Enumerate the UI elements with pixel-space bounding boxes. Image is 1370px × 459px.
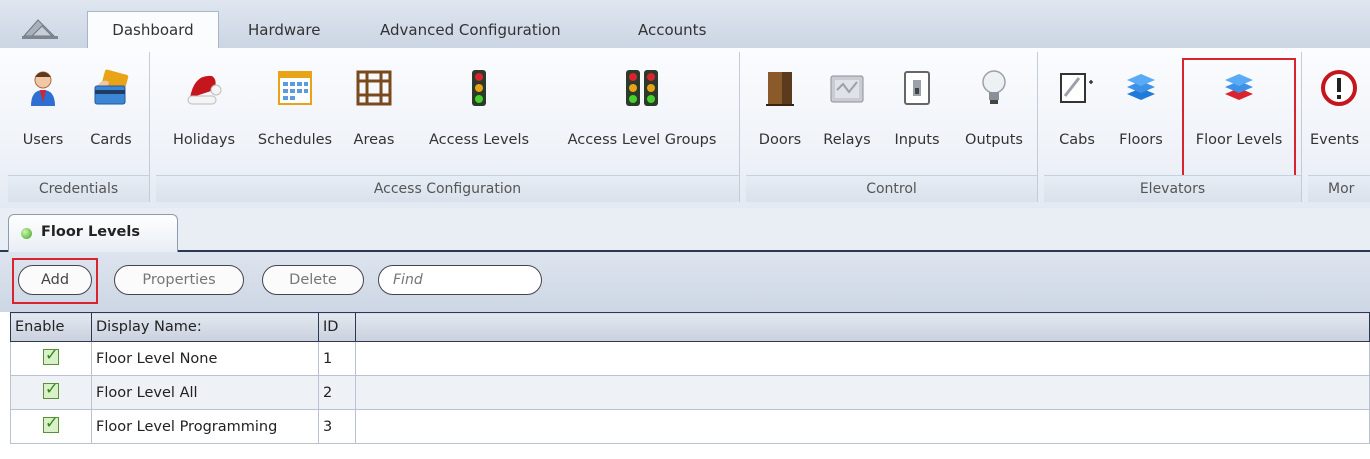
outputs-label: Outputs (965, 132, 1023, 148)
ribbon: Users Cards Credentials Holidays Schedul… (0, 48, 1370, 209)
relays-button[interactable]: Relays (816, 60, 878, 162)
filler-cell (355, 409, 1370, 444)
floors-layers-icon (1127, 74, 1155, 100)
floors-button[interactable]: Floors (1110, 60, 1172, 162)
areas-label: Areas (353, 132, 395, 148)
group-label-credentials: Credentials (8, 175, 149, 202)
tab-accounts[interactable]: Accounts (620, 12, 724, 48)
doors-button[interactable]: Doors (752, 60, 808, 162)
cards-label: Cards (90, 132, 132, 148)
cards-button[interactable]: Cards (78, 60, 144, 162)
access-levels-button[interactable]: Access Levels (420, 60, 538, 162)
cards-icon (94, 69, 129, 105)
alert-exclamation-icon (1321, 70, 1357, 106)
cabs-label: Cabs (1059, 132, 1095, 148)
column-header-filler (355, 312, 1370, 342)
filler-cell (355, 341, 1370, 376)
access-level-groups-label: Access Level Groups (567, 132, 717, 148)
elevator-cab-icon (1060, 73, 1093, 103)
grid-areas-icon (356, 70, 392, 106)
tab-advanced-configuration[interactable]: Advanced Configuration (362, 12, 579, 48)
enabled-checkbox[interactable] (43, 345, 59, 365)
filler-cell (355, 375, 1370, 410)
group-label-monitoring: Mor (1308, 175, 1370, 202)
outputs-button[interactable]: Outputs (956, 60, 1032, 162)
inputs-label: Inputs (894, 132, 940, 148)
main-tab-strip: Dashboard Hardware Advanced Configuratio… (0, 0, 1370, 49)
enabled-checkbox[interactable] (43, 413, 59, 433)
ribbon-group-control: Doors Relays Inputs Outputs Control (746, 52, 1038, 202)
access-level-groups-button[interactable]: Access Level Groups (552, 60, 732, 162)
relay-icon (830, 75, 864, 103)
add-button[interactable]: Add (18, 265, 92, 295)
table-row[interactable]: Floor Level Programming 3 (10, 409, 1370, 444)
schedules-button[interactable]: Schedules (250, 60, 340, 162)
ribbon-group-access-configuration: Holidays Schedules Areas Access Levels A… (156, 52, 740, 202)
grid-toolbar: Add Properties Delete (0, 252, 1370, 312)
schedules-label: Schedules (257, 132, 333, 148)
status-dot-icon (21, 228, 32, 239)
column-header-enable[interactable]: Enable (10, 312, 92, 342)
tab-dashboard[interactable]: Dashboard (87, 11, 219, 49)
find-field[interactable] (378, 265, 542, 295)
document-tab-title: Floor Levels (41, 224, 140, 240)
group-label-access-configuration: Access Configuration (156, 175, 739, 202)
enable-cell[interactable] (10, 409, 92, 444)
floor-levels-button[interactable]: Floor Levels (1182, 58, 1296, 182)
id-cell: 3 (318, 409, 356, 444)
door-icon (766, 72, 794, 106)
enabled-checkbox[interactable] (43, 379, 59, 399)
access-levels-label: Access Levels (428, 132, 530, 148)
holidays-label: Holidays (172, 132, 236, 148)
ribbon-group-monitoring: Events Mor (1308, 52, 1370, 202)
traffic-light-group-icon (626, 70, 658, 106)
display-name-cell: Floor Level None (91, 341, 319, 376)
document-tab-bar: Floor Levels (0, 208, 1370, 252)
group-label-control: Control (746, 175, 1037, 202)
table-row[interactable]: Floor Level All 2 (10, 375, 1370, 410)
holidays-button[interactable]: Holidays (164, 60, 244, 162)
floors-label: Floors (1119, 132, 1163, 148)
ribbon-group-elevators: Cabs Floors Floor Levels Elevators (1044, 52, 1302, 202)
calendar-icon (278, 71, 312, 105)
display-name-cell: Floor Level Programming (91, 409, 319, 444)
users-button[interactable]: Users (12, 60, 74, 162)
app-logo-icon[interactable] (14, 14, 70, 42)
santa-hat-icon (187, 75, 222, 105)
find-input[interactable] (391, 271, 525, 289)
enable-cell[interactable] (10, 375, 92, 410)
document-tab-floor-levels[interactable]: Floor Levels (8, 214, 178, 252)
traffic-light-icon (472, 70, 486, 106)
cabs-button[interactable]: Cabs (1052, 60, 1102, 162)
delete-button[interactable]: Delete (262, 265, 364, 295)
display-name-cell: Floor Level All (91, 375, 319, 410)
table-row[interactable]: Floor Level None 1 (10, 341, 1370, 376)
events-label: Events (1310, 132, 1360, 148)
switch-icon (904, 71, 930, 105)
events-button[interactable]: Events (1308, 60, 1370, 162)
group-label-elevators: Elevators (1044, 175, 1301, 202)
relays-label: Relays (823, 132, 871, 148)
floor-levels-label: Floor Levels (1195, 132, 1283, 148)
ribbon-group-credentials: Users Cards Credentials (8, 52, 150, 202)
doors-label: Doors (758, 132, 802, 148)
inputs-button[interactable]: Inputs (886, 60, 948, 162)
light-bulb-icon (982, 70, 1006, 104)
areas-button[interactable]: Areas (346, 60, 402, 162)
properties-button[interactable]: Properties (114, 265, 244, 295)
floor-levels-grid: Enable Display Name: ID Floor Level None… (10, 312, 1370, 444)
column-header-id[interactable]: ID (318, 312, 356, 342)
tab-hardware[interactable]: Hardware (230, 12, 338, 48)
users-label: Users (22, 132, 64, 148)
column-header-display-name[interactable]: Display Name: (91, 312, 319, 342)
id-cell: 2 (318, 375, 356, 410)
enable-cell[interactable] (10, 341, 92, 376)
grid-header-row: Enable Display Name: ID (10, 312, 1370, 342)
id-cell: 1 (318, 341, 356, 376)
users-icon (31, 71, 55, 106)
floor-levels-layers-icon (1225, 74, 1253, 100)
